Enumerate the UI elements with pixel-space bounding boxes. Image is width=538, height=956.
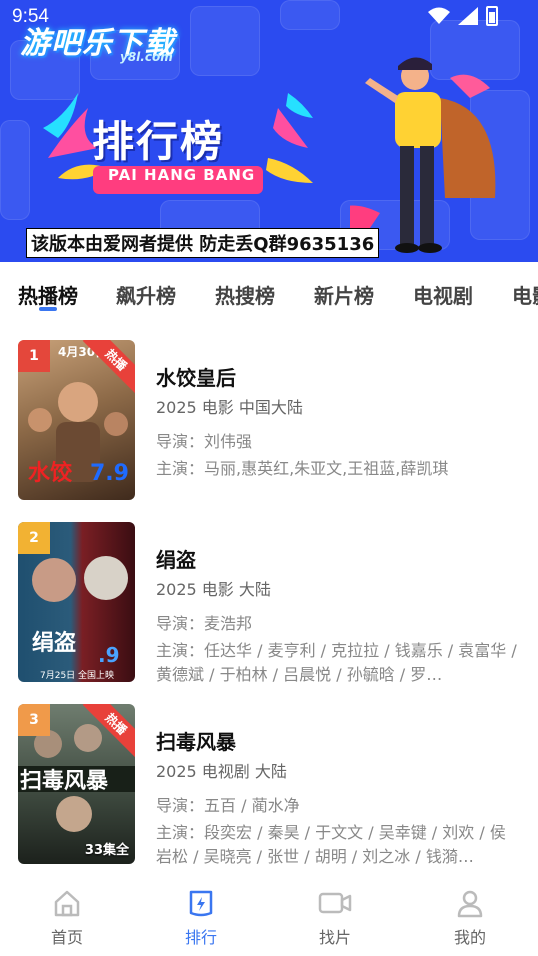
list-item[interactable]: 绢盗 .9 7月25日 全国上映 2 绢盗 2025 电影 大陆 导演：麦浩邦 … — [0, 522, 538, 688]
tab-tv-series[interactable]: 电视剧 — [413, 280, 473, 309]
tab-hot-play[interactable]: 热播榜 — [18, 280, 78, 309]
nav-mine[interactable]: 我的 — [420, 888, 520, 948]
nav-ranking-label: 排行 — [184, 928, 217, 947]
bottom-nav: 首页 排行 找片 我的 — [0, 876, 538, 956]
nav-find-label: 找片 — [318, 928, 351, 947]
item-title[interactable]: 扫毒风暴 — [156, 726, 236, 755]
item-director: 导演：五百 / 蔺水净 — [156, 796, 300, 815]
svg-text:扫毒风暴: 扫毒风暴 — [20, 768, 109, 794]
svg-text:绢盗: 绢盗 — [32, 630, 76, 656]
item-director: 导演：刘伟强 — [156, 432, 253, 451]
rank-badge: 1 — [18, 340, 50, 372]
tab-movies[interactable]: 电影 — [512, 280, 538, 309]
site-logo-url: y8l.com — [120, 50, 173, 64]
item-director: 导演：麦浩邦 — [156, 614, 253, 633]
item-cast: 主演：段奕宏 / 秦昊 / 于文文 / 吴幸键 / 刘欢 / 侯岩松 / 吴晓亮… — [156, 823, 506, 866]
signal-icon — [458, 7, 478, 25]
rank-badge: 3 — [18, 704, 50, 736]
nav-mine-label: 我的 — [453, 928, 486, 947]
item-meta: 2025 电影 大陆 — [156, 580, 271, 599]
home-icon — [54, 890, 80, 917]
poster-image[interactable]: 扫毒风暴 3 热播 33集全 — [18, 704, 135, 864]
svg-text:7.9: 7.9 — [90, 461, 129, 486]
item-meta: 2025 电视剧 大陆 — [156, 762, 287, 781]
tab-hot-search[interactable]: 热搜榜 — [215, 280, 275, 309]
ranking-tabs: 热播榜 飙升榜 热搜榜 新片榜 电视剧 电影 — [0, 262, 538, 322]
rank-badge: 2 — [18, 522, 50, 554]
ranking-icon — [189, 890, 213, 917]
nav-ranking[interactable]: 排行 — [151, 888, 251, 948]
ranking-banner: 9:54 游吧乐下载 y8l.com 排行榜 PAI HANG BANG 该版本… — [0, 0, 538, 262]
notice-text: 该版本由爱网者提供 防走丢Q群9635136 — [26, 228, 380, 258]
item-title[interactable]: 水饺皇后 — [156, 362, 236, 391]
tab-new-releases[interactable]: 新片榜 — [314, 280, 374, 309]
item-title[interactable]: 绢盗 — [156, 544, 196, 573]
svg-text:.9: .9 — [98, 643, 120, 667]
item-cast: 主演：任达华 / 麦亨利 / 克拉拉 / 钱嘉乐 / 袁富华 / 黄德斌 / 于… — [156, 641, 517, 684]
nav-find[interactable]: 找片 — [285, 888, 385, 948]
active-tab-indicator — [39, 307, 57, 311]
video-camera-icon — [318, 892, 352, 914]
item-meta: 2025 电影 中国大陆 — [156, 398, 303, 417]
banner-title: 排行榜 — [92, 117, 225, 166]
svg-text:7月25日 全国上映: 7月25日 全国上映 — [40, 669, 114, 681]
nav-home[interactable]: 首页 — [17, 888, 117, 948]
wifi-icon — [428, 7, 450, 24]
episode-count: 33集全 — [84, 843, 129, 858]
tab-rising[interactable]: 飙升榜 — [116, 280, 176, 309]
list-item[interactable]: 水饺 7.9 4月30日 1 热播 水饺皇后 2025 电影 中国大陆 导演：刘… — [0, 340, 538, 506]
svg-text:水饺: 水饺 — [28, 460, 73, 486]
user-icon — [457, 890, 483, 918]
list-item[interactable]: 扫毒风暴 3 热播 33集全 扫毒风暴 2025 电视剧 大陆 导演：五百 / … — [0, 704, 538, 870]
battery-icon — [486, 6, 498, 26]
poster-image[interactable]: 绢盗 .9 7月25日 全国上映 2 — [18, 522, 135, 682]
person-illustration — [350, 57, 496, 253]
banner-subtitle: PAI HANG BANG — [108, 166, 256, 184]
nav-home-label: 首页 — [50, 928, 83, 947]
item-cast: 主演：马丽,惠英红,朱亚文,王祖蓝,薛凯琪 — [156, 459, 449, 478]
poster-image[interactable]: 水饺 7.9 4月30日 1 热播 — [18, 340, 135, 500]
